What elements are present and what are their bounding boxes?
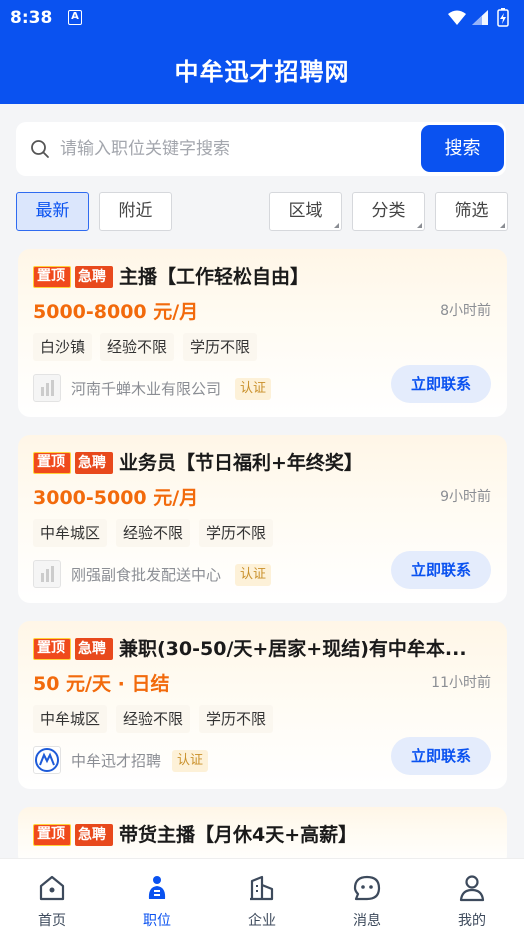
- company-name: 中牟迅才招聘: [71, 752, 162, 770]
- job-tag-experience: 经验不限: [100, 333, 175, 361]
- region-label: 区域: [288, 201, 323, 221]
- job-tag-location: 中牟城区: [33, 705, 108, 733]
- briefcase-person-icon: [148, 876, 166, 899]
- urgent-badge: 急聘: [75, 638, 113, 660]
- keyboard-indicator-icon: A: [68, 10, 82, 25]
- job-card[interactable]: 置顶 急聘 兼职(30-50/天+居家+现结)有中牟本... 50 元/天 · …: [18, 621, 507, 789]
- job-salary: 5000-8000 元/月: [33, 301, 199, 323]
- contact-button[interactable]: 立即联系: [391, 365, 491, 403]
- pinned-badge: 置顶: [33, 452, 71, 474]
- job-salary: 3000-5000 元/月: [33, 487, 199, 509]
- sort-latest-label: 最新: [35, 201, 70, 221]
- sort-nearby-label: 附近: [118, 201, 153, 221]
- sort-latest-chip[interactable]: 最新: [16, 192, 89, 231]
- sort-nearby-chip[interactable]: 附近: [99, 192, 172, 231]
- job-title: 兼职(30-50/天+居家+现结)有中牟本...: [119, 638, 467, 660]
- status-time: 8:38: [10, 8, 53, 28]
- verified-badge: 认证: [235, 378, 272, 400]
- posted-time: 8小时前: [440, 303, 491, 319]
- company-logo-icon: [33, 560, 61, 588]
- job-tag-location: 白沙镇: [33, 333, 93, 361]
- urgent-badge: 急聘: [75, 824, 113, 846]
- tab-messages[interactable]: 消息: [315, 859, 419, 931]
- contact-button[interactable]: 立即联系: [391, 551, 491, 589]
- job-salary: 50 元/天 · 日结: [33, 673, 170, 695]
- job-tag-education: 学历不限: [199, 519, 274, 547]
- contact-button[interactable]: 立即联系: [391, 737, 491, 775]
- urgent-badge: 急聘: [75, 452, 113, 474]
- pinned-badge: 置顶: [33, 824, 71, 846]
- job-tag-education: 学历不限: [199, 705, 274, 733]
- tab-jobs-label: 职位: [143, 913, 171, 929]
- battery-icon: [497, 8, 509, 27]
- verified-badge: 认证: [172, 750, 209, 772]
- category-label: 分类: [371, 201, 406, 221]
- tab-mine-label: 我的: [458, 913, 486, 929]
- verified-badge: 认证: [235, 564, 272, 586]
- job-tag-experience: 经验不限: [116, 705, 191, 733]
- user-icon: [459, 875, 485, 902]
- pinned-badge: 置顶: [33, 638, 71, 660]
- company-name: 刚强副食批发配送中心: [71, 566, 222, 584]
- dropdown-corner-icon: [334, 223, 339, 228]
- home-icon: [39, 875, 65, 901]
- dropdown-corner-icon: [417, 223, 422, 228]
- urgent-badge: 急聘: [75, 266, 113, 288]
- region-dropdown[interactable]: 区域: [269, 192, 342, 231]
- tab-home-label: 首页: [38, 913, 66, 929]
- posted-time: 9小时前: [440, 489, 491, 505]
- search-input[interactable]: [60, 132, 410, 166]
- signal-icon: [472, 10, 488, 25]
- wifi-icon: [448, 10, 466, 25]
- job-card[interactable]: 置顶 急聘 主播【工作轻松自由】 5000-8000 元/月 8小时前 白沙镇 …: [18, 249, 507, 417]
- tab-mine[interactable]: 我的: [420, 859, 524, 931]
- status-bar: 8:38 A: [0, 0, 524, 36]
- bottom-tab-bar: 首页 职位 企业 消息 我的: [0, 858, 524, 931]
- dropdown-corner-icon: [500, 223, 505, 228]
- job-tag-experience: 经验不限: [116, 519, 191, 547]
- filter-dropdown[interactable]: 筛选: [435, 192, 508, 231]
- filter-label: 筛选: [454, 201, 489, 221]
- status-icons: [446, 8, 516, 32]
- chat-icon: [353, 875, 381, 901]
- company-name: 河南千蝉木业有限公司: [71, 380, 222, 398]
- tab-messages-label: 消息: [353, 913, 381, 929]
- job-title: 主播【工作轻松自由】: [119, 266, 310, 288]
- search-button[interactable]: 搜索: [421, 125, 504, 172]
- job-title: 业务员【节日福利+年终奖】: [119, 452, 363, 474]
- app-header: 中牟迅才招聘网: [0, 36, 524, 104]
- job-tag-education: 学历不限: [183, 333, 258, 361]
- job-title: 带货主播【月休4天+高薪】: [119, 824, 358, 846]
- posted-time: 11小时前: [431, 675, 491, 691]
- company-logo-icon: [33, 746, 61, 774]
- job-tag-location: 中牟城区: [33, 519, 108, 547]
- page-title: 中牟迅才招聘网: [174, 58, 350, 86]
- tab-company[interactable]: 企业: [210, 859, 314, 931]
- tab-company-label: 企业: [248, 913, 276, 929]
- pinned-badge: 置顶: [33, 266, 71, 288]
- search-icon: [30, 139, 50, 163]
- company-logo-icon: [33, 374, 61, 402]
- tab-home[interactable]: 首页: [0, 859, 104, 931]
- tab-jobs[interactable]: 职位: [105, 859, 209, 931]
- job-card[interactable]: 置顶 急聘 业务员【节日福利+年终奖】 3000-5000 元/月 9小时前 中…: [18, 435, 507, 603]
- building-icon: [250, 875, 274, 901]
- category-dropdown[interactable]: 分类: [352, 192, 425, 231]
